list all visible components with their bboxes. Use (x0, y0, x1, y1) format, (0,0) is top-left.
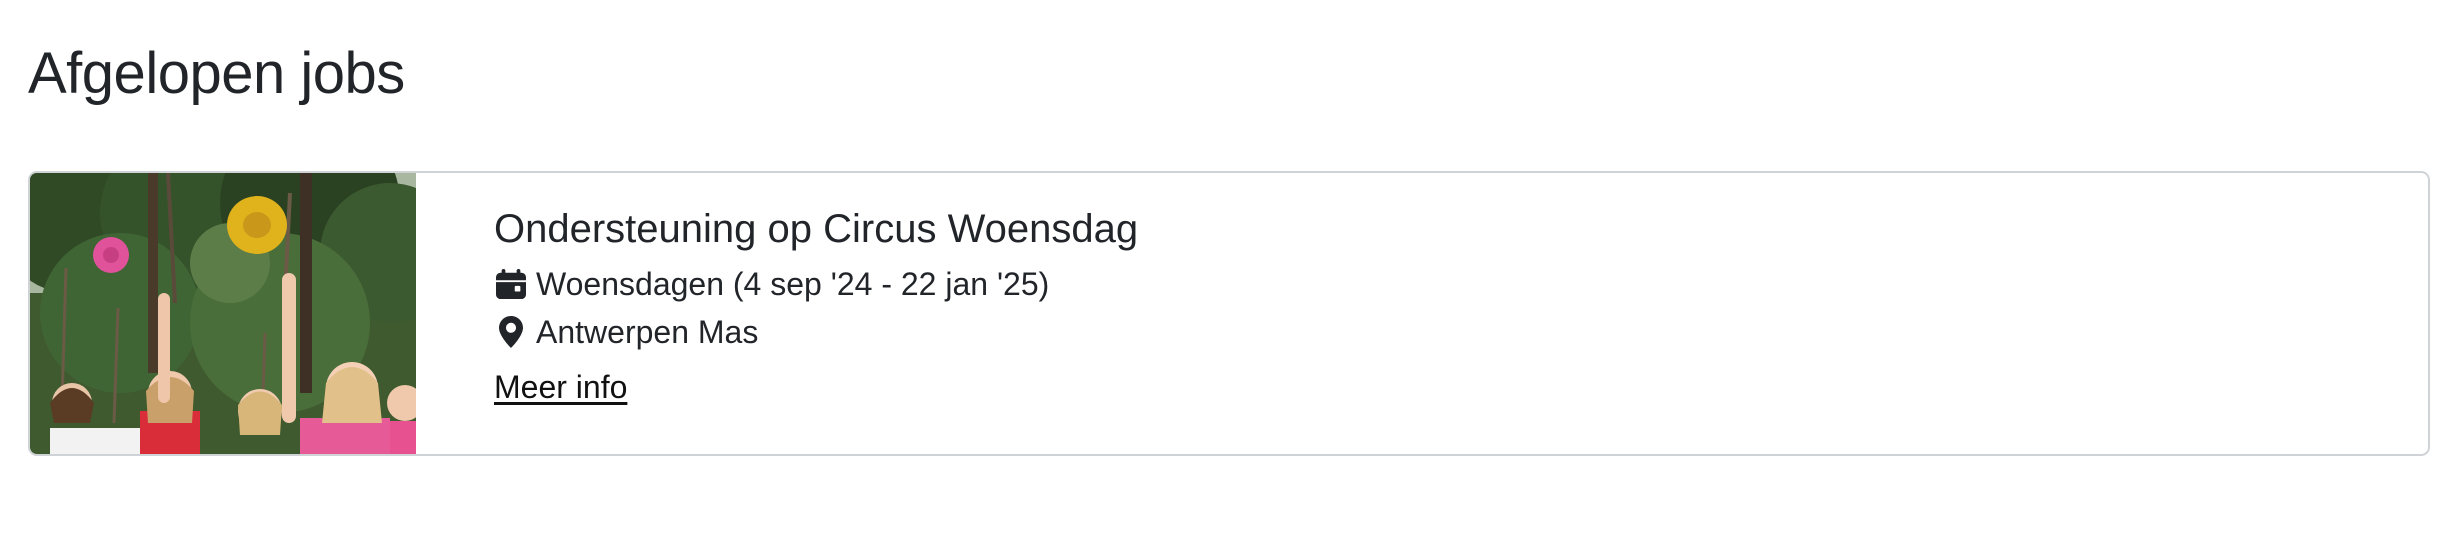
page: Afgelopen jobs Ondersteuning op Circus W… (0, 0, 2458, 552)
section-title: Afgelopen jobs (28, 41, 405, 106)
job-title: Ondersteuning op Circus Woensdag (494, 207, 1139, 251)
job-schedule-text: Woensdagen (4 sep '24 - 22 jan '25) (536, 265, 1050, 302)
job-location-text: Antwerpen Mas (536, 313, 759, 350)
map-pin-icon (494, 315, 528, 349)
job-schedule: Woensdagen (4 sep '24 - 22 jan '25) (494, 261, 1138, 307)
job-photo-illustration (30, 173, 416, 454)
calendar-icon (494, 267, 528, 301)
job-card[interactable]: Ondersteuning op Circus Woensdag Woensda… (28, 171, 2430, 456)
more-info-link[interactable]: Meer info (494, 369, 627, 406)
job-details: Ondersteuning op Circus Woensdag Woensda… (494, 203, 1138, 406)
job-image (30, 173, 416, 454)
job-location: Antwerpen Mas (494, 309, 1138, 355)
